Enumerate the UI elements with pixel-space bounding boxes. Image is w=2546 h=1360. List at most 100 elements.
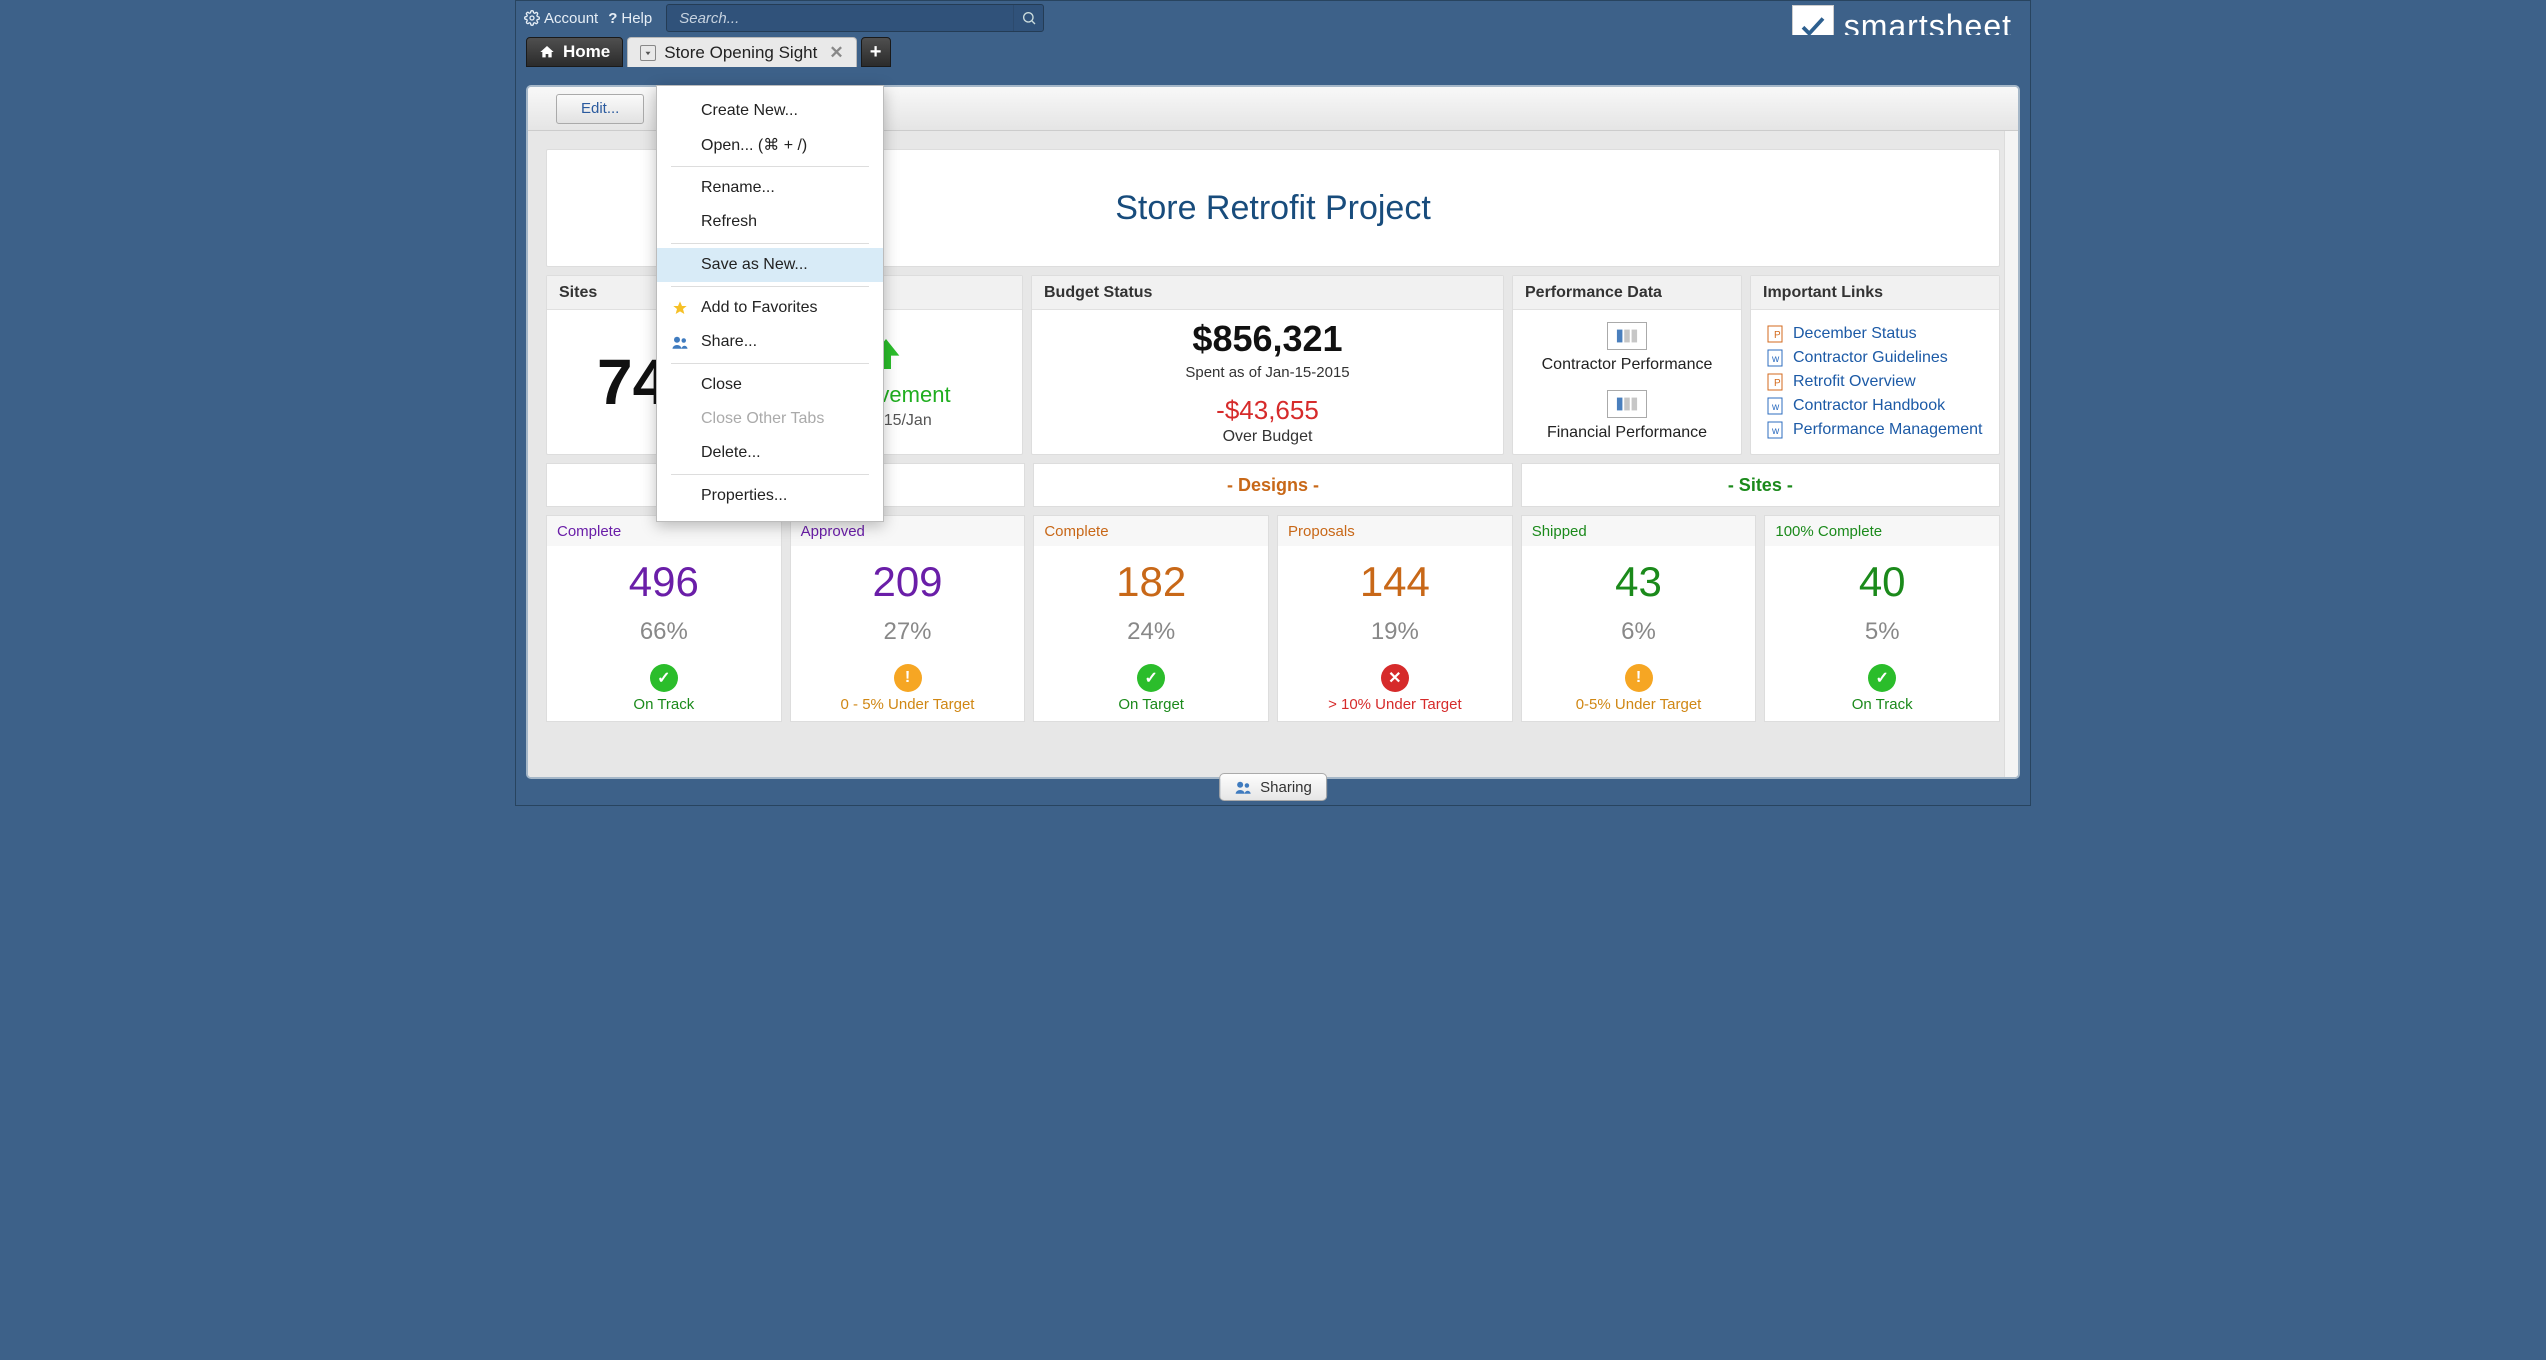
svg-text:w: w [1771,354,1780,365]
metric-head: Complete [1034,516,1268,546]
menu-add-to-favorites[interactable]: Add to Favorites [657,291,883,325]
people-icon [671,333,689,351]
menu-create-new[interactable]: Create New... [657,94,883,128]
svg-text:w: w [1771,426,1780,437]
status-ok-icon: ✓ [1137,664,1165,692]
menu-separator [671,243,869,244]
sharing-button[interactable]: Sharing [1219,773,1327,801]
sharing-label: Sharing [1260,779,1312,796]
new-tab-button[interactable]: + [861,37,891,67]
metric-sites-100-complete: 100% Complete 40 5% ✓ On Track [1764,515,2000,722]
search-box[interactable] [666,4,1044,32]
status-warn-icon: ! [1625,664,1653,692]
search-input[interactable] [667,10,1013,27]
search-icon [1021,10,1037,26]
powerpoint-doc-icon: P [1767,373,1783,391]
menu-open[interactable]: Open... (⌘ + /) [657,128,883,162]
menu-label: Properties... [701,487,787,505]
svg-text:P: P [1774,378,1781,389]
metric-value: 209 [872,558,942,606]
performance-widget-head: Performance Data [1513,276,1741,310]
metric-value: 43 [1615,558,1662,606]
metric-value: 40 [1859,558,1906,606]
help-link[interactable]: ? Help [608,10,652,27]
link-december-status[interactable]: P December Status [1767,325,1917,343]
metric-surveys-complete: Complete 496 66% ✓ On Track [546,515,782,722]
link-performance-management[interactable]: w Performance Management [1767,421,1982,439]
metric-status: On Target [1118,696,1184,713]
active-tab-label: Store Opening Sight [664,43,817,63]
svg-text:P: P [1774,330,1781,341]
menu-close-other-tabs: Close Other Tabs [657,402,883,436]
status-ok-icon: ✓ [650,664,678,692]
star-icon [671,299,689,317]
edit-button[interactable]: Edit... [556,94,644,124]
menu-save-as-new[interactable]: Save as New... [657,248,883,282]
search-button[interactable] [1013,5,1043,31]
menu-close[interactable]: Close [657,368,883,402]
menu-label: Close Other Tabs [701,410,824,428]
menu-rename[interactable]: Rename... [657,171,883,205]
word-doc-icon: w [1767,397,1783,415]
tabs-row: Home Store Opening Sight ✕ + [516,35,2030,67]
menu-delete[interactable]: Delete... [657,436,883,470]
metric-percent: 19% [1371,618,1419,646]
svg-text:w: w [1771,402,1780,413]
status-error-icon: ✕ [1381,664,1409,692]
tab-context-menu: Create New... Open... (⌘ + /) Rename... … [656,85,884,522]
menu-properties[interactable]: Properties... [657,479,883,513]
menu-label: Rename... [701,179,775,197]
tab-dropdown-toggle[interactable] [640,45,656,61]
menu-share[interactable]: Share... [657,325,883,359]
account-link[interactable]: Account [524,10,598,27]
metric-percent: 5% [1865,618,1900,646]
powerpoint-doc-icon: P [1767,325,1783,343]
link-label: December Status [1793,325,1917,343]
account-label: Account [544,10,598,27]
plus-icon: + [870,41,882,64]
link-contractor-guidelines[interactable]: w Contractor Guidelines [1767,349,1948,367]
metric-head: Shipped [1522,516,1756,546]
section-label: - Designs - [1227,475,1319,496]
metric-head: 100% Complete [1765,516,1999,546]
performance-widget: Performance Data Contractor Performance [1512,275,1742,455]
budget-caption: Spent as of Jan-15-2015 [1185,364,1349,381]
close-icon: ✕ [829,43,843,62]
home-icon [539,44,555,60]
metric-status: 0 - 5% Under Target [841,696,975,713]
menu-separator [671,363,869,364]
metric-value: 144 [1360,558,1430,606]
metric-status: 0-5% Under Target [1576,696,1702,713]
menu-separator [671,286,869,287]
menu-separator [671,474,869,475]
metric-percent: 24% [1127,618,1175,646]
status-warn-icon: ! [894,664,922,692]
menu-label: Create New... [701,102,798,120]
menu-refresh[interactable]: Refresh [657,205,883,239]
metric-percent: 6% [1621,618,1656,646]
contractor-performance-tile[interactable] [1607,322,1647,350]
home-tab[interactable]: Home [526,37,623,67]
page-title: Store Retrofit Project [1115,189,1431,228]
section-designs: - Designs - [1033,463,1512,507]
metric-status: On Track [633,696,694,713]
menu-label: Refresh [701,213,757,231]
status-ok-icon: ✓ [1868,664,1896,692]
metric-percent: 66% [640,618,688,646]
word-doc-icon: w [1767,421,1783,439]
people-icon [1234,780,1252,794]
active-tab[interactable]: Store Opening Sight ✕ [627,37,856,67]
scrollbar[interactable] [2004,131,2018,777]
help-label: Help [621,10,652,27]
help-icon: ? [608,10,617,27]
financial-performance-label: Financial Performance [1547,424,1707,442]
report-icon [1616,396,1638,412]
important-links-head: Important Links [1751,276,1999,310]
close-tab-button[interactable]: ✕ [829,43,843,63]
link-contractor-handbook[interactable]: w Contractor Handbook [1767,397,1945,415]
metric-designs-proposals: Proposals 144 19% ✕ > 10% Under Target [1277,515,1513,722]
financial-performance-tile[interactable] [1607,390,1647,418]
section-label: - Sites - [1728,475,1793,496]
menu-separator [671,166,869,167]
link-retrofit-overview[interactable]: P Retrofit Overview [1767,373,1916,391]
